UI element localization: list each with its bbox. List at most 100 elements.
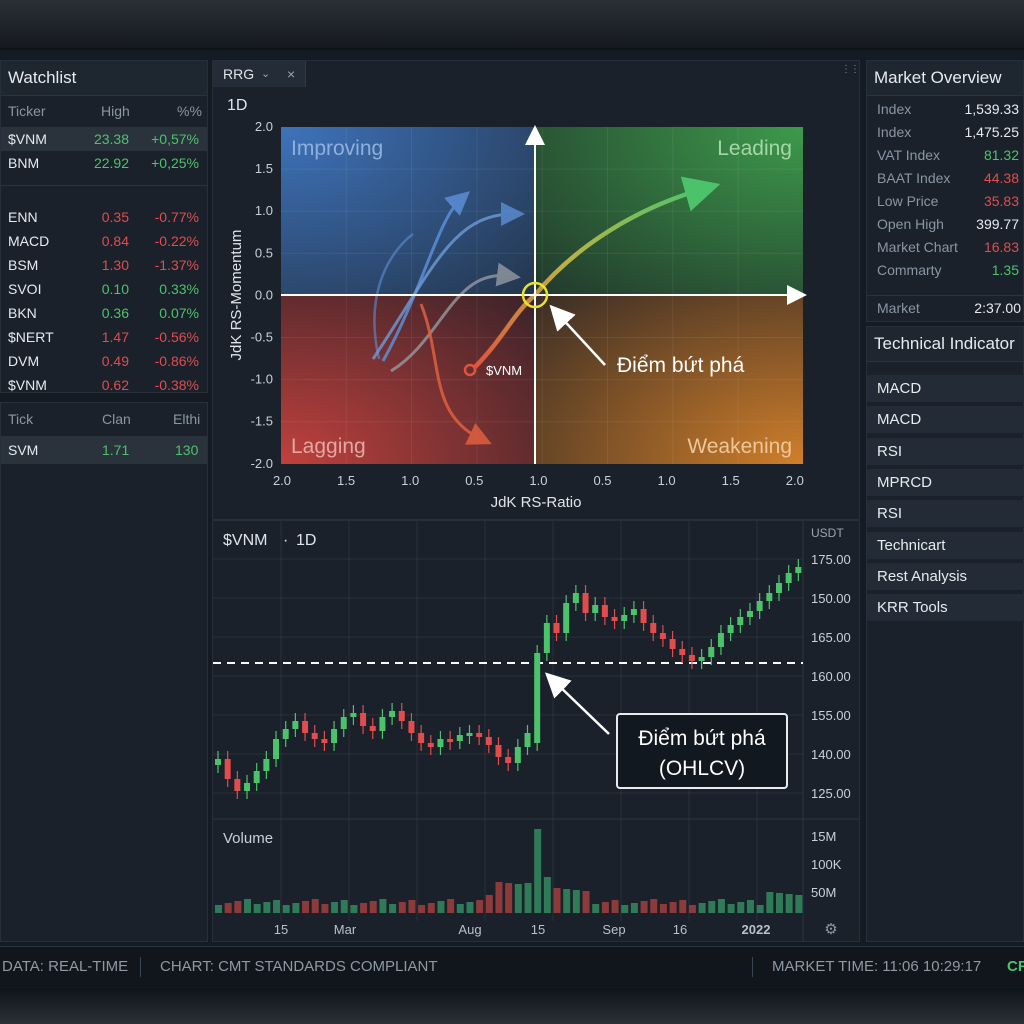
candle-body [737, 617, 744, 625]
row-high: 22.92 [93, 155, 129, 171]
volume-bar [727, 904, 735, 913]
market-row-value: 81.32 [983, 147, 1019, 163]
candle-body [427, 743, 434, 747]
candle-body [669, 639, 676, 649]
indicator-item[interactable]: RSI [867, 500, 1024, 529]
rrg-y-tick: 0.5 [255, 245, 273, 260]
volume-bar [737, 902, 745, 913]
row-ticker: ENN [8, 209, 38, 225]
volume-bar [495, 882, 503, 913]
volume-bar [379, 899, 387, 913]
row-ticker: BNM [8, 155, 40, 171]
rrg-x-tick: 1.5 [722, 473, 740, 488]
settings-gear-icon[interactable]: ⚙ [824, 921, 837, 938]
rrg-x-tick: 0.5 [593, 473, 611, 488]
market-row-value: 1.35 [991, 262, 1019, 278]
indicator-item[interactable]: MPRCD [867, 468, 1024, 497]
volume-bar [621, 905, 629, 913]
volume-bar [505, 883, 513, 913]
market-row: BAAT Index 44.38 [867, 166, 1023, 190]
market-row: Index 1,539.33 [867, 97, 1023, 121]
market-row: Low Price 35.83 [867, 189, 1023, 213]
candle-body [369, 726, 376, 731]
candle-body [466, 733, 473, 736]
volume-bar [360, 903, 368, 913]
candle-body [659, 633, 666, 639]
volume-bar [650, 899, 658, 913]
row-pct: -0.86% [154, 353, 199, 369]
technical-panel: Technical Indicator MACD MACD RSI MPRCD RSI T… [866, 326, 1024, 942]
close-tab-icon[interactable]: × [287, 61, 295, 87]
market-row-label: Index [877, 101, 912, 117]
row-pct: -0.77% [154, 209, 199, 225]
row-high: 1.30 [101, 257, 129, 273]
row-ticker: $NERT [8, 329, 54, 345]
volume-y-tick: 100K [811, 857, 842, 872]
time-x-tick: Sep [602, 922, 625, 937]
indicator-item[interactable]: Technicart [867, 531, 1024, 560]
rrg-xlabel: JdK RS-Ratio [491, 494, 582, 511]
volume-bar [408, 900, 416, 913]
volume-bar [485, 895, 493, 913]
candle-body [640, 609, 647, 623]
indicator-item[interactable]: RSI [867, 437, 1024, 466]
tick-row[interactable]: SVM 1.71 130 [1, 436, 207, 464]
market-row: Commarty 1.35 [867, 258, 1023, 282]
trading-screen: Watchlist Ticker High %% $VNM 23.38 +0,57%… [0, 50, 1024, 988]
watchlist-row[interactable]: $VNM 0.62 -0.38% [1, 373, 207, 397]
market-row-label: Low Price [877, 193, 939, 209]
candle-body [398, 711, 405, 721]
watchlist-row[interactable]: BKN 0.36 0.07% [1, 301, 207, 325]
tick-row-b: 130 [175, 442, 199, 458]
candle-body [447, 739, 454, 742]
watchlist-row[interactable]: $VNM 23.38 +0,57% [1, 127, 207, 151]
volume-bars [215, 829, 803, 913]
price-chart-panel: $VNM · 1D USDT 175.00 150.00 165.00 160.00 1… [212, 520, 860, 942]
rrg-y-tick: -1.5 [251, 414, 273, 429]
watchlist-row[interactable]: SVOI 0.10 0.33% [1, 277, 207, 301]
indicator-item[interactable]: MACD [867, 406, 1024, 435]
volume-bar [524, 883, 532, 913]
volume-bar [244, 899, 252, 913]
watchlist-row[interactable]: DVM 0.49 -0.86% [1, 349, 207, 373]
rrg-x-tick: 1.0 [529, 473, 547, 488]
watchlist-row[interactable]: BSM 1.30 -1.37% [1, 253, 207, 277]
indicator-item[interactable]: KRR Tools [867, 594, 1024, 623]
price-symbol: $VNM [223, 532, 267, 549]
market-footer: Market 2:37.00 [867, 295, 1024, 320]
volume-bar [746, 900, 754, 913]
panel-menu-icon[interactable]: ⋮⋮ [841, 65, 860, 79]
volume-bar [572, 890, 580, 913]
indicator-item[interactable]: MACD [867, 375, 1024, 403]
candle-body [592, 605, 599, 613]
candle-body [601, 605, 608, 617]
market-row-label: Commarty [877, 262, 942, 278]
candle-body [572, 593, 579, 603]
row-pct: +0,25% [151, 155, 199, 171]
row-pct: -0.38% [154, 377, 199, 393]
watchlist-row[interactable]: MACD 0.84 -0.22% [1, 229, 207, 253]
candle-body [282, 729, 289, 739]
volume-bar [331, 902, 339, 913]
volume-bar [302, 901, 310, 913]
watchlist-row[interactable]: ENN 0.35 -0.77% [1, 205, 207, 229]
indicator-item[interactable]: Rest Analysis [867, 562, 1024, 591]
tick-header-tick: Tick [8, 411, 34, 427]
watchlist-row[interactable]: $NERT 1.47 -0.56% [1, 325, 207, 349]
market-row: Open High 399.77 [867, 212, 1023, 236]
rrg-tab[interactable]: RRG ⌄ × [213, 61, 306, 87]
volume-bar [775, 893, 783, 913]
tick-row-a: 1.71 [102, 442, 130, 458]
row-pct: 0.33% [159, 281, 199, 297]
candle-body [621, 615, 628, 621]
candle-body [418, 733, 425, 743]
volume-bar [717, 899, 725, 913]
row-pct: -0.22% [154, 233, 199, 249]
header-high: High [101, 103, 130, 119]
market-row: Market Chart 16.83 [867, 235, 1023, 259]
price-y-tick: 165.00 [811, 630, 851, 645]
chevron-down-icon[interactable]: ⌄ [261, 61, 270, 87]
watchlist-row[interactable]: BNM 22.92 +0,25% [1, 151, 207, 175]
candle-body [495, 745, 502, 757]
volume-bar [592, 904, 600, 913]
